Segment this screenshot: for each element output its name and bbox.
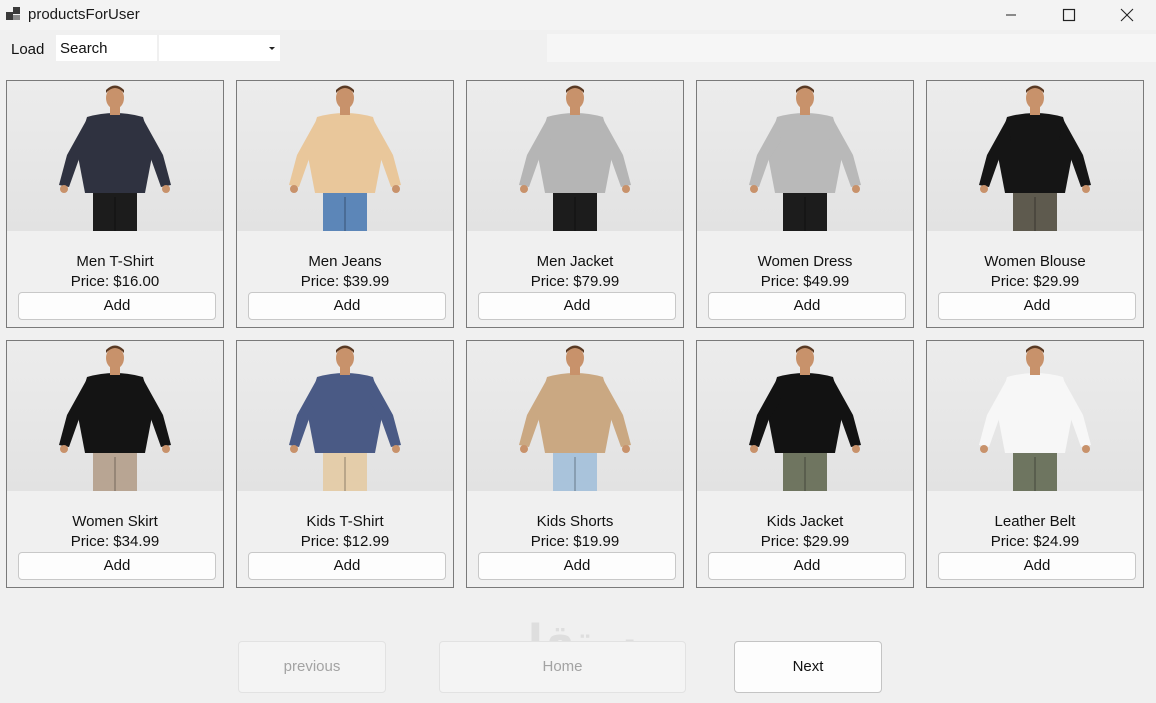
add-to-cart-button[interactable]: Add [248, 552, 446, 580]
product-name: Men T-Shirt [76, 253, 154, 270]
product-name: Kids Shorts [536, 513, 614, 530]
product-price: Price: $24.99 [990, 533, 1080, 550]
product-image [237, 341, 453, 491]
product-card: Kids Jacket Price: $29.99 Add [696, 340, 914, 588]
product-card: Kids Shorts Price: $19.99 Add [466, 340, 684, 588]
add-to-cart-button[interactable]: Add [18, 552, 216, 580]
product-name: Women Blouse [984, 253, 1086, 270]
home-button[interactable]: Home [439, 641, 686, 693]
product-name: Kids Jacket [766, 513, 844, 530]
product-image [467, 341, 683, 491]
add-to-cart-button[interactable]: Add [938, 552, 1136, 580]
product-price: Price: $29.99 [990, 273, 1080, 290]
product-price: Price: $19.99 [530, 533, 620, 550]
product-card: Men Jeans Price: $39.99 Add [236, 80, 454, 328]
previous-button[interactable]: previous [238, 641, 386, 693]
product-name: Leather Belt [994, 513, 1076, 530]
close-icon [1120, 8, 1134, 22]
product-image [697, 81, 913, 231]
next-button[interactable]: Next [734, 641, 882, 693]
product-name: Men Jeans [308, 253, 382, 270]
add-to-cart-button[interactable]: Add [478, 292, 676, 320]
add-to-cart-button[interactable]: Add [248, 292, 446, 320]
product-price: Price: $16.00 [70, 273, 160, 290]
product-card: Women Dress Price: $49.99 Add [696, 80, 914, 328]
product-image [237, 81, 453, 231]
maximize-icon [1062, 8, 1076, 22]
add-to-cart-button[interactable]: Add [478, 552, 676, 580]
product-name: Women Dress [757, 253, 853, 270]
load-menu[interactable]: Load [11, 41, 44, 58]
product-name: Men Jacket [536, 253, 614, 270]
product-image [927, 341, 1143, 491]
product-name: Kids T-Shirt [306, 513, 384, 530]
add-to-cart-button[interactable]: Add [708, 292, 906, 320]
product-price: Price: $12.99 [300, 533, 390, 550]
product-image [7, 81, 223, 231]
minimize-icon [1006, 14, 1016, 16]
product-price: Price: $29.99 [760, 533, 850, 550]
product-card: Kids T-Shirt Price: $12.99 Add [236, 340, 454, 588]
window-title: productsForUser [28, 6, 140, 23]
product-card: Leather Belt Price: $24.99 Add [926, 340, 1144, 588]
app-icon [6, 7, 20, 21]
close-button[interactable] [1098, 0, 1156, 30]
product-image [697, 341, 913, 491]
product-image [467, 81, 683, 231]
product-price: Price: $39.99 [300, 273, 390, 290]
product-price: Price: $79.99 [530, 273, 620, 290]
maximize-button[interactable] [1040, 0, 1098, 30]
dropdown-arrow-icon [269, 47, 275, 50]
minimize-button[interactable] [982, 0, 1040, 30]
add-to-cart-button[interactable]: Add [708, 552, 906, 580]
product-price: Price: $34.99 [70, 533, 160, 550]
add-to-cart-button[interactable]: Add [18, 292, 216, 320]
search-input[interactable] [56, 35, 157, 61]
product-card: Women Skirt Price: $34.99 Add [6, 340, 224, 588]
toolbar-strip [547, 34, 1156, 62]
toolbar: Load [0, 30, 1156, 65]
product-image [927, 81, 1143, 231]
product-name: Women Skirt [72, 513, 158, 530]
add-to-cart-button[interactable]: Add [938, 292, 1136, 320]
title-bar: productsForUser [0, 0, 1156, 30]
product-card: Men T-Shirt Price: $16.00 Add [6, 80, 224, 328]
filter-dropdown[interactable] [159, 35, 280, 61]
product-card: Men Jacket Price: $79.99 Add [466, 80, 684, 328]
product-card: Women Blouse Price: $29.99 Add [926, 80, 1144, 328]
product-image [7, 341, 223, 491]
product-price: Price: $49.99 [760, 273, 850, 290]
